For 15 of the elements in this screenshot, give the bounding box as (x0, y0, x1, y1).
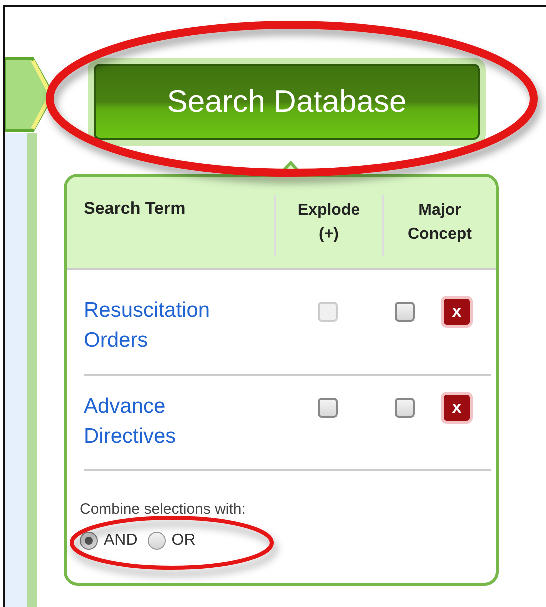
search-term-link[interactable]: Advance Directives (84, 376, 244, 452)
radio-label: AND (104, 532, 138, 550)
major-concept-checkbox[interactable] (395, 302, 415, 322)
remove-button[interactable]: x (444, 299, 470, 325)
radio-button[interactable] (80, 532, 98, 550)
remove-button[interactable]: x (444, 395, 470, 421)
radio-button[interactable] (148, 532, 166, 550)
combine-label: Combine selections with: (80, 501, 247, 518)
column-header: Explode (+) (274, 195, 382, 256)
major-concept-checkbox[interactable] (395, 398, 415, 418)
search-term-link[interactable]: Resuscitation Orders (84, 270, 244, 356)
column-header: Major Concept (382, 195, 496, 256)
radio-label: OR (172, 532, 196, 550)
column-header: Search Term (84, 198, 187, 220)
explode-checkbox[interactable] (318, 398, 338, 418)
